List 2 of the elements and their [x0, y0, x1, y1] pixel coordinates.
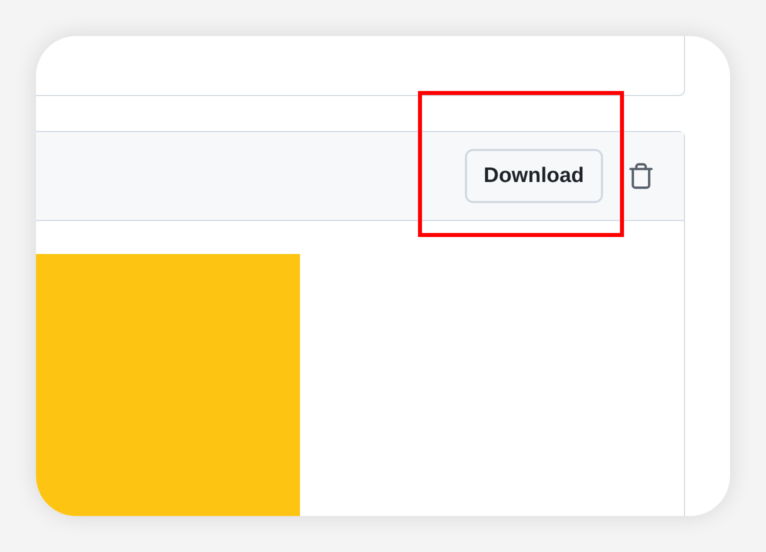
download-button[interactable]: Download	[464, 149, 603, 203]
trash-icon[interactable]	[627, 161, 655, 191]
